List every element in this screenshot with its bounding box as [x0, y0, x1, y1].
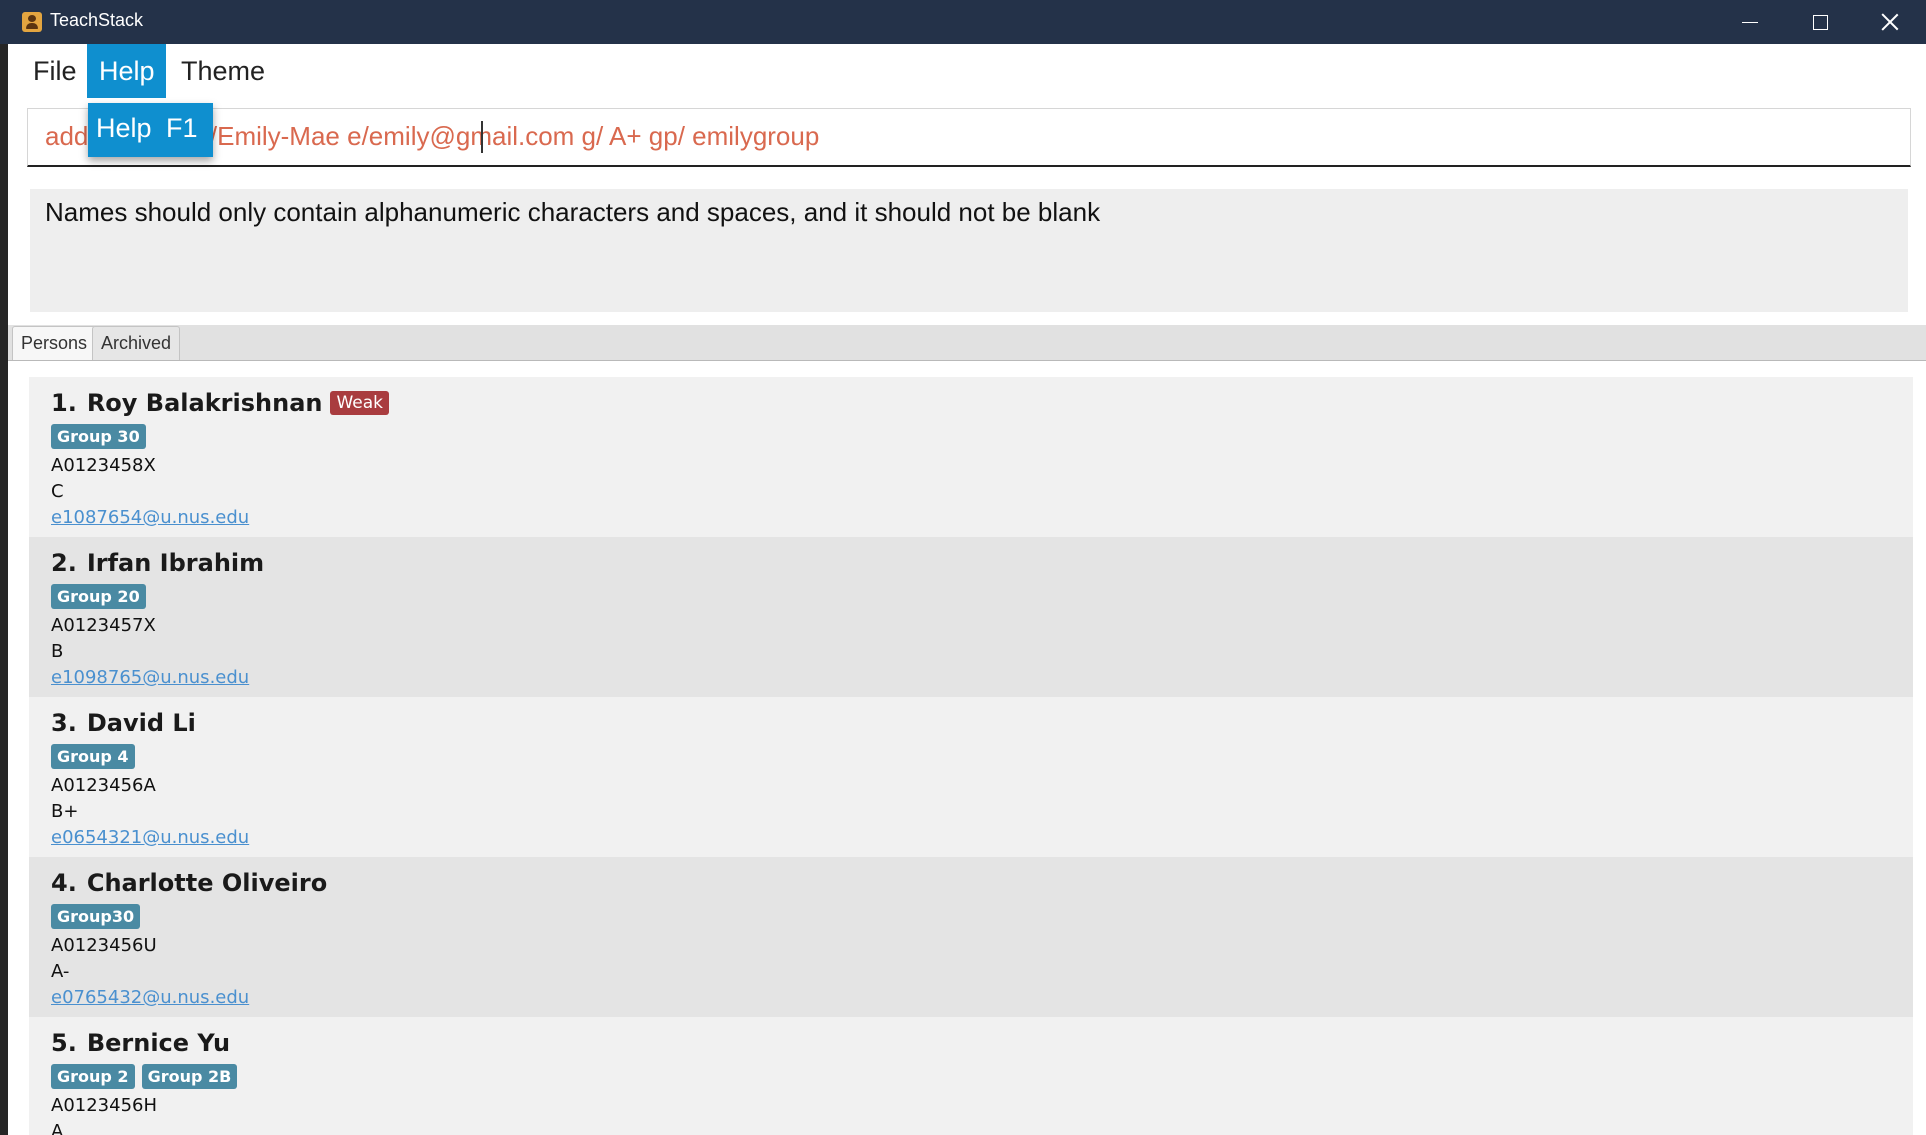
person-name: Irfan Ibrahim: [86, 549, 265, 577]
maximize-icon: [1812, 14, 1828, 30]
person-index: 3.: [51, 709, 77, 737]
email-link[interactable]: e1098765@u.nus.edu: [51, 667, 249, 688]
grade: B: [51, 641, 64, 662]
person-name: Roy Balakrishnan: [86, 389, 323, 417]
group-badge: Group 20: [51, 584, 146, 609]
group-tags: Group 2 Group 2B: [51, 1064, 244, 1089]
close-icon: [1881, 13, 1899, 31]
person-index: 5.: [51, 1029, 77, 1057]
person-card[interactable]: 3. David Li Group 4 A0123456A B+ e0654321…: [29, 697, 1913, 857]
person-card[interactable]: 4. Charlotte Oliveiro Group30 A0123456U A…: [29, 857, 1913, 1017]
weak-tag-badge: Weak: [330, 391, 390, 415]
person-card[interactable]: 1. Roy Balakrishnan Weak Group 30 A0123458…: [29, 377, 1913, 537]
person-name: Charlotte Oliveiro: [86, 869, 328, 897]
person-name-line: 4. Charlotte Oliveiro: [51, 869, 327, 897]
group-badge: Group 30: [51, 424, 146, 449]
tab-bar: Persons Archived: [8, 325, 1926, 361]
group-badge: Group 2: [51, 1064, 135, 1089]
person-list[interactable]: 1. Roy Balakrishnan Weak Group 30 A0123458…: [8, 361, 1926, 1135]
person-card[interactable]: 2. Irfan Ibrahim Group 20 A0123457X B e10…: [29, 537, 1913, 697]
menu-file[interactable]: File: [21, 44, 89, 98]
person-name-line: 1. Roy Balakrishnan Weak: [51, 389, 390, 417]
menu-help[interactable]: Help: [87, 44, 166, 98]
person-index: 2.: [51, 549, 77, 577]
maximize-button[interactable]: [1785, 0, 1855, 44]
student-id: A0123456H: [51, 1095, 158, 1116]
result-display: Names should only contain alphanumeric c…: [30, 189, 1908, 312]
group-badge: Group 4: [51, 744, 135, 769]
student-id: A0123457X: [51, 615, 156, 636]
minimize-icon: [1742, 21, 1758, 23]
group-tags: Group 30: [51, 424, 153, 449]
group-tags: Group 20: [51, 584, 153, 609]
help-dropdown-menu: Help F1: [88, 103, 213, 157]
help-menu-item-label: Help: [96, 113, 152, 143]
person-card[interactable]: 5. Bernice Yu Group 2 Group 2B A0123456H A: [29, 1017, 1913, 1135]
app-window: TeachStack File Help Theme add 6X n/Emily…: [0, 0, 1926, 1135]
student-id: A0123456A: [51, 775, 156, 796]
person-name-line: 2. Irfan Ibrahim: [51, 549, 264, 577]
person-name: David Li: [86, 709, 196, 737]
email-link[interactable]: e0765432@u.nus.edu: [51, 987, 249, 1008]
minimize-button[interactable]: [1715, 0, 1785, 44]
person-name-line: 5. Bernice Yu: [51, 1029, 230, 1057]
student-id: A0123456U: [51, 935, 157, 956]
grade: C: [51, 481, 64, 502]
window-title: TeachStack: [50, 10, 144, 30]
person-index: 4.: [51, 869, 77, 897]
group-tags: Group30: [51, 904, 147, 929]
grade: A: [51, 1121, 64, 1135]
menu-bar: File Help Theme: [8, 44, 1926, 98]
grade: B+: [51, 801, 79, 822]
tab-archived[interactable]: Archived: [92, 326, 181, 360]
tab-persons[interactable]: Persons: [12, 326, 97, 360]
person-name: Bernice Yu: [86, 1029, 231, 1057]
person-name-line: 3. David Li: [51, 709, 196, 737]
grade: A-: [51, 961, 70, 982]
command-input[interactable]: add 6X n/Emily-Mae e/emily@gmail.com g/ A…: [27, 108, 1911, 167]
title-bar[interactable]: TeachStack: [0, 0, 1926, 44]
close-button[interactable]: [1855, 0, 1925, 44]
result-message: Names should only contain alphanumeric c…: [45, 197, 1101, 227]
student-id: A0123458X: [51, 455, 156, 476]
email-link[interactable]: e0654321@u.nus.edu: [51, 827, 249, 848]
help-menu-item-shortcut: F1: [166, 113, 198, 143]
window-left-edge: [0, 44, 8, 1135]
app-logo-icon: [22, 12, 42, 32]
group-badge: Group30: [51, 904, 141, 929]
menu-theme[interactable]: Theme: [169, 44, 277, 98]
group-tags: Group 4: [51, 744, 142, 769]
text-caret: [481, 121, 483, 153]
group-badge: Group 2B: [141, 1064, 238, 1089]
email-link[interactable]: e1087654@u.nus.edu: [51, 507, 249, 528]
person-index: 1.: [51, 389, 77, 417]
